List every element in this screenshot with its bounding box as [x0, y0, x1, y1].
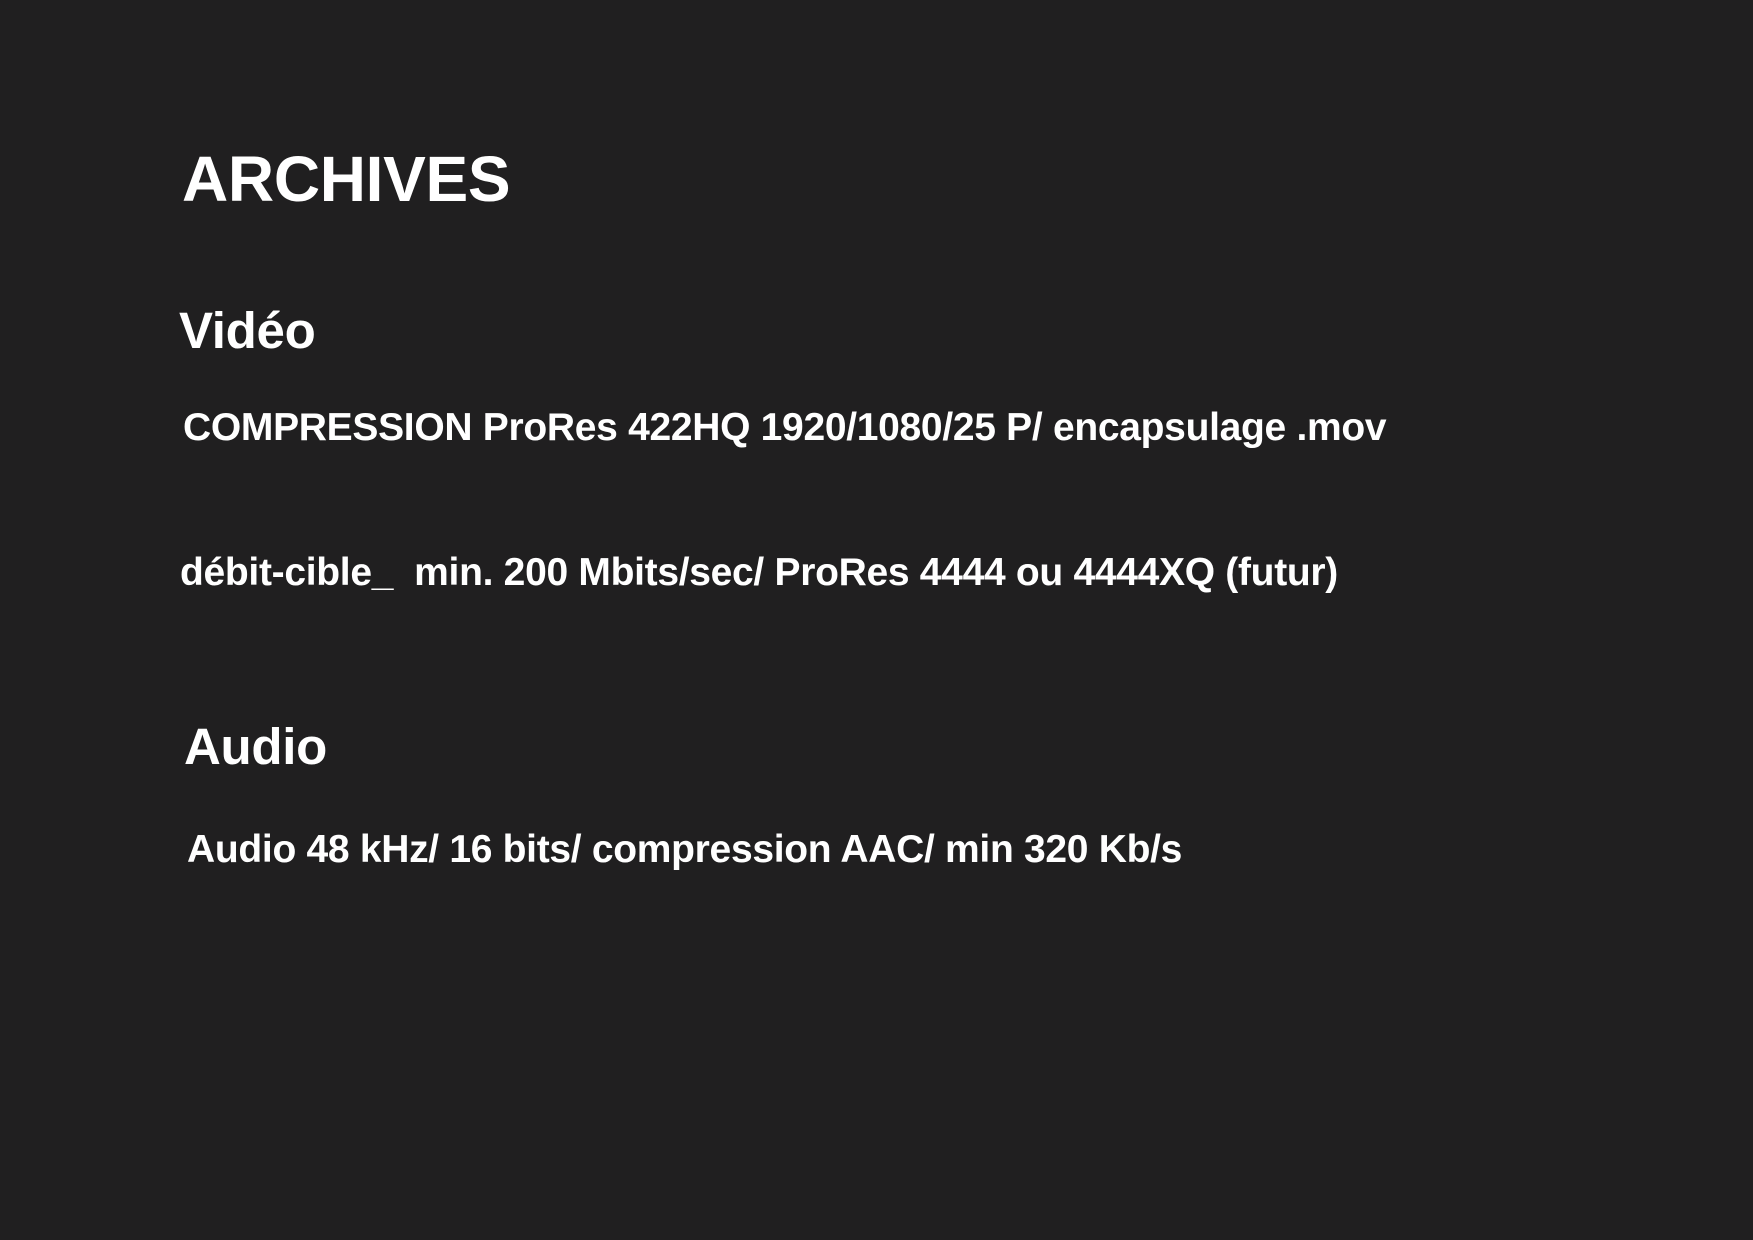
section-heading-video: Vidéo [179, 302, 316, 359]
audio-spec: Audio 48 kHz/ 16 bits/ compression AAC/ … [187, 828, 1183, 871]
slide: ARCHIVES Vidéo COMPRESSION ProRes 422HQ … [0, 0, 1753, 1240]
section-heading-audio: Audio [184, 718, 327, 775]
video-spec-bitrate: débit-cible_ min. 200 Mbits/sec/ ProRes … [180, 551, 1338, 594]
page-title: ARCHIVES [182, 143, 511, 215]
video-spec-compression: COMPRESSION ProRes 422HQ 1920/1080/25 P/… [183, 406, 1387, 449]
